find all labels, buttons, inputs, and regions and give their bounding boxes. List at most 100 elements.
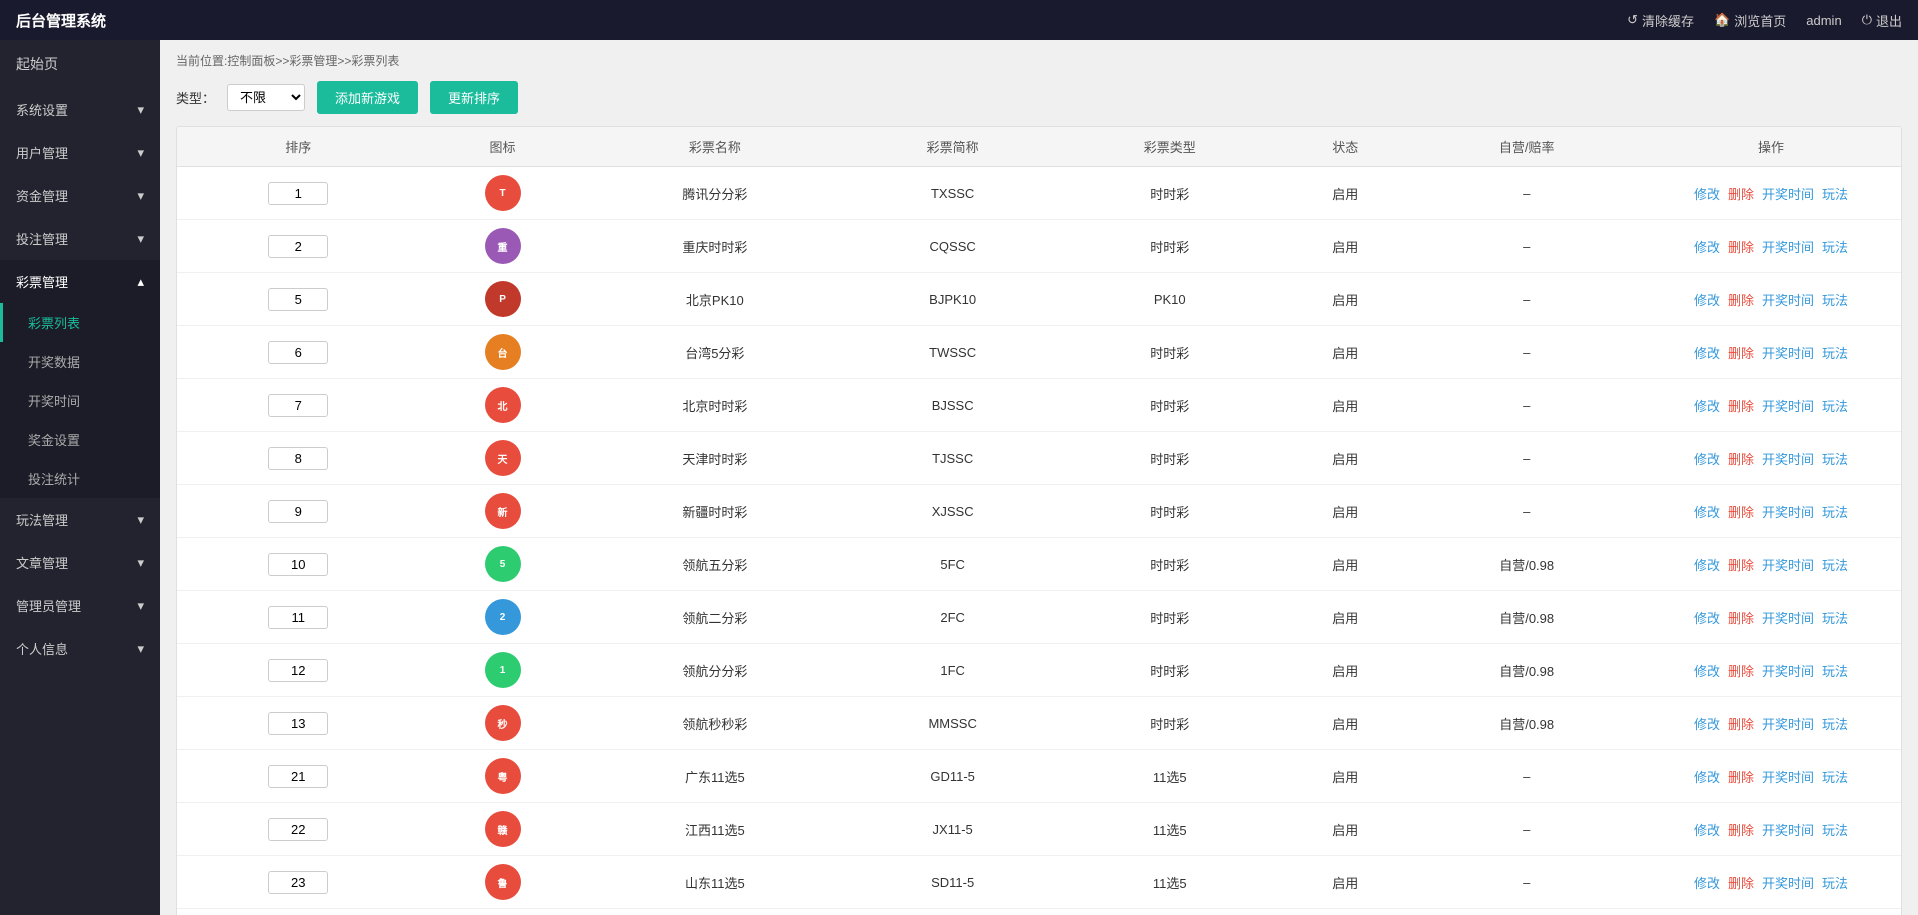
sidebar-item-home[interactable]: 起始页 xyxy=(0,40,160,88)
edit-button[interactable]: 修改 xyxy=(1694,770,1720,785)
play-button[interactable]: 玩法 xyxy=(1822,293,1848,308)
cell-icon: 1 xyxy=(420,644,586,697)
sidebar-item-lottery[interactable]: 彩票管理 ▴ xyxy=(0,260,160,303)
delete-button[interactable]: 删除 xyxy=(1728,452,1754,467)
play-button[interactable]: 玩法 xyxy=(1822,558,1848,573)
draw-time-button[interactable]: 开奖时间 xyxy=(1762,187,1814,202)
order-input[interactable] xyxy=(268,235,328,258)
delete-button[interactable]: 删除 xyxy=(1728,399,1754,414)
cell-actions: 修改删除开奖时间玩法 xyxy=(1641,803,1901,856)
order-input[interactable] xyxy=(268,500,328,523)
play-button[interactable]: 玩法 xyxy=(1822,823,1848,838)
edit-button[interactable]: 修改 xyxy=(1694,399,1720,414)
edit-button[interactable]: 修改 xyxy=(1694,452,1720,467)
sidebar-item-draw-data[interactable]: 开奖数据 xyxy=(0,342,160,381)
edit-button[interactable]: 修改 xyxy=(1694,876,1720,891)
delete-button[interactable]: 删除 xyxy=(1728,505,1754,520)
edit-button[interactable]: 修改 xyxy=(1694,664,1720,679)
play-button[interactable]: 玩法 xyxy=(1822,664,1848,679)
delete-button[interactable]: 删除 xyxy=(1728,240,1754,255)
play-button[interactable]: 玩法 xyxy=(1822,770,1848,785)
order-input[interactable] xyxy=(268,182,328,205)
draw-time-button[interactable]: 开奖时间 xyxy=(1762,240,1814,255)
draw-time-button[interactable]: 开奖时间 xyxy=(1762,293,1814,308)
edit-button[interactable]: 修改 xyxy=(1694,611,1720,626)
delete-button[interactable]: 删除 xyxy=(1728,823,1754,838)
delete-button[interactable]: 删除 xyxy=(1728,770,1754,785)
sidebar-item-gameplay[interactable]: 玩法管理 ▾ xyxy=(0,498,160,541)
sidebar-item-article[interactable]: 文章管理 ▾ xyxy=(0,541,160,584)
draw-time-button[interactable]: 开奖时间 xyxy=(1762,452,1814,467)
order-input[interactable] xyxy=(268,447,328,470)
cell-icon: 赣 xyxy=(420,803,586,856)
edit-button[interactable]: 修改 xyxy=(1694,505,1720,520)
delete-button[interactable]: 删除 xyxy=(1728,611,1754,626)
edit-button[interactable]: 修改 xyxy=(1694,240,1720,255)
draw-time-button[interactable]: 开奖时间 xyxy=(1762,664,1814,679)
play-button[interactable]: 玩法 xyxy=(1822,187,1848,202)
edit-button[interactable]: 修改 xyxy=(1694,823,1720,838)
order-input[interactable] xyxy=(268,288,328,311)
sidebar-item-user[interactable]: 用户管理 ▾ xyxy=(0,131,160,174)
draw-time-button[interactable]: 开奖时间 xyxy=(1762,823,1814,838)
cell-type: 11选5 xyxy=(1061,750,1278,803)
clear-cache-button[interactable]: ↺ 清除缓存 xyxy=(1627,11,1694,30)
play-button[interactable]: 玩法 xyxy=(1822,240,1848,255)
delete-button[interactable]: 删除 xyxy=(1728,187,1754,202)
cell-status: 启用 xyxy=(1278,167,1412,220)
delete-button[interactable]: 删除 xyxy=(1728,293,1754,308)
draw-time-button[interactable]: 开奖时间 xyxy=(1762,611,1814,626)
delete-button[interactable]: 删除 xyxy=(1728,876,1754,891)
edit-button[interactable]: 修改 xyxy=(1694,558,1720,573)
draw-time-button[interactable]: 开奖时间 xyxy=(1762,770,1814,785)
sidebar-item-bet[interactable]: 投注管理 ▾ xyxy=(0,217,160,260)
cell-type: 时时彩 xyxy=(1061,538,1278,591)
delete-button[interactable]: 删除 xyxy=(1728,717,1754,732)
draw-time-button[interactable]: 开奖时间 xyxy=(1762,346,1814,361)
order-input[interactable] xyxy=(268,394,328,417)
edit-button[interactable]: 修改 xyxy=(1694,293,1720,308)
order-input[interactable] xyxy=(268,659,328,682)
play-button[interactable]: 玩法 xyxy=(1822,505,1848,520)
sidebar-item-finance[interactable]: 资金管理 ▾ xyxy=(0,174,160,217)
order-input[interactable] xyxy=(268,712,328,735)
play-button[interactable]: 玩法 xyxy=(1822,452,1848,467)
play-button[interactable]: 玩法 xyxy=(1822,717,1848,732)
draw-time-button[interactable]: 开奖时间 xyxy=(1762,558,1814,573)
edit-button[interactable]: 修改 xyxy=(1694,717,1720,732)
edit-button[interactable]: 修改 xyxy=(1694,187,1720,202)
order-input[interactable] xyxy=(268,341,328,364)
draw-time-button[interactable]: 开奖时间 xyxy=(1762,505,1814,520)
update-order-button[interactable]: 更新排序 xyxy=(430,81,518,114)
edit-button[interactable]: 修改 xyxy=(1694,346,1720,361)
sidebar-item-prize-settings[interactable]: 奖金设置 xyxy=(0,420,160,459)
order-input[interactable] xyxy=(268,606,328,629)
sidebar-item-draw-time[interactable]: 开奖时间 xyxy=(0,381,160,420)
play-button[interactable]: 玩法 xyxy=(1822,346,1848,361)
cell-status: 启用 xyxy=(1278,856,1412,909)
play-button[interactable]: 玩法 xyxy=(1822,399,1848,414)
type-select[interactable]: 不限 时时彩 PK10 11选5 xyxy=(227,84,305,111)
logout-button[interactable]: ⏻ 退出 xyxy=(1862,11,1902,30)
order-input[interactable] xyxy=(268,765,328,788)
play-button[interactable]: 玩法 xyxy=(1822,876,1848,891)
sidebar-item-profile[interactable]: 个人信息 ▾ xyxy=(0,627,160,670)
draw-time-button[interactable]: 开奖时间 xyxy=(1762,399,1814,414)
sidebar-item-lottery-list[interactable]: 彩票列表 xyxy=(0,303,160,342)
sidebar-item-admin[interactable]: 管理员管理 ▾ xyxy=(0,584,160,627)
sidebar-item-system[interactable]: 系统设置 ▾ xyxy=(0,88,160,131)
draw-time-button[interactable]: 开奖时间 xyxy=(1762,876,1814,891)
play-button[interactable]: 玩法 xyxy=(1822,611,1848,626)
draw-time-button[interactable]: 开奖时间 xyxy=(1762,717,1814,732)
add-game-button[interactable]: 添加新游戏 xyxy=(317,81,418,114)
order-input[interactable] xyxy=(268,871,328,894)
table-row: 粤广东11选5GD11-511选5启用–修改删除开奖时间玩法 xyxy=(177,750,1901,803)
delete-button[interactable]: 删除 xyxy=(1728,558,1754,573)
order-input[interactable] xyxy=(268,818,328,841)
delete-button[interactable]: 删除 xyxy=(1728,346,1754,361)
sidebar-item-bet-stats[interactable]: 投注统计 xyxy=(0,459,160,498)
delete-button[interactable]: 删除 xyxy=(1728,664,1754,679)
order-input[interactable] xyxy=(268,553,328,576)
browse-home-button[interactable]: 🏠 浏览首页 xyxy=(1714,11,1786,30)
cell-order xyxy=(177,326,420,379)
